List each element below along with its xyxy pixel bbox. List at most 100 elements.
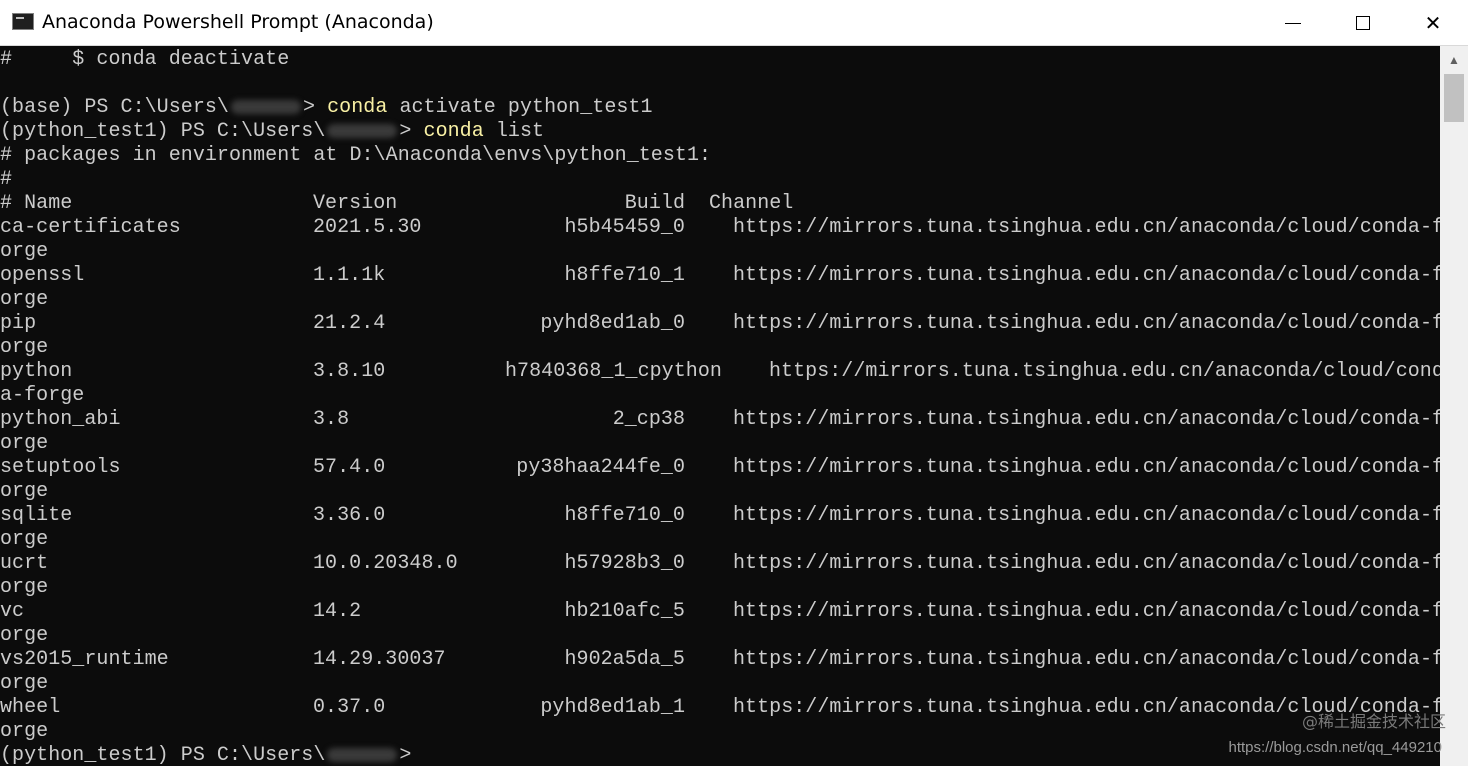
- package-channel-wrap: orge: [0, 528, 49, 551]
- column-version: Version: [313, 192, 398, 215]
- package-version: 14.29.30037: [313, 648, 446, 671]
- package-version: 10.0.20348.0: [313, 552, 458, 575]
- package-build: h7840368_1_cpython: [505, 360, 722, 383]
- package-row: setuptools 57.4.0 py38haa244fe_0 https://mi…: [0, 456, 1440, 480]
- package-name: sqlite: [0, 504, 73, 527]
- package-name: wheel: [0, 696, 61, 719]
- watermark-brand: @稀土掘金技术社区: [1301, 712, 1446, 731]
- chevron-up-icon[interactable]: ▲: [1440, 46, 1468, 74]
- command-args: activate python_test1: [387, 96, 653, 119]
- package-version: 3.36.0: [313, 504, 386, 527]
- package-channel: https://mirrors.tuna.tsinghua.edu.cn/ana…: [733, 408, 1440, 431]
- prompt-text: (python_test1) PS C:\Users\: [0, 744, 326, 766]
- package-row: openssl 1.1.1k h8ffe710_1 https://mirrors.t…: [0, 264, 1440, 288]
- package-row: python 3.8.10 h7840368_1_cpython https://mi…: [0, 360, 1440, 384]
- package-channel-wrap: orge: [0, 240, 49, 263]
- package-name: openssl: [0, 264, 85, 287]
- window-title: Anaconda Powershell Prompt (Anaconda): [42, 11, 434, 33]
- package-build: h8ffe710_1: [564, 264, 685, 287]
- column-channel: Channel: [709, 192, 794, 215]
- package-build: 2_cp38: [612, 408, 685, 431]
- package-build: h57928b3_0: [564, 552, 685, 575]
- package-channel-wrap: orge: [0, 672, 49, 695]
- package-channel-wrap: a-forge: [0, 384, 85, 407]
- minimize-button[interactable]: [1258, 0, 1328, 45]
- minimize-icon: [1285, 23, 1301, 24]
- package-name: ca-certificates: [0, 216, 181, 239]
- package-channel: https://mirrors.tuna.tsinghua.edu.cn/ana…: [733, 600, 1440, 623]
- package-channel: https://mirrors.tuna.tsinghua.edu.cn/ana…: [733, 552, 1440, 575]
- vertical-scrollbar[interactable]: ▲: [1440, 46, 1468, 766]
- close-button[interactable]: ✕: [1398, 0, 1468, 45]
- package-build: pyhd8ed1ab_1: [540, 696, 685, 719]
- prompt-end: >: [399, 744, 412, 766]
- maximize-button[interactable]: [1328, 0, 1398, 45]
- package-row: sqlite 3.36.0 h8ffe710_0 https://mirrors.tu…: [0, 504, 1440, 528]
- watermark-url: https://blog.csdn.net/qq_449210: [1228, 739, 1442, 756]
- package-channel: https://mirrors.tuna.tsinghua.edu.cn/ana…: [733, 216, 1440, 239]
- column-name: # Name: [0, 192, 73, 215]
- package-name: python_abi: [0, 408, 121, 431]
- package-channel: https://mirrors.tuna.tsinghua.edu.cn/ana…: [733, 648, 1440, 671]
- redacted-username: [327, 747, 398, 762]
- package-version: 57.4.0: [313, 456, 386, 479]
- package-row: python_abi 3.8 2_cp38 https://mirrors.tuna.…: [0, 408, 1440, 432]
- package-version: 21.2.4: [313, 312, 386, 335]
- terminal-window: Anaconda Powershell Prompt (Anaconda) ✕ …: [0, 0, 1468, 766]
- package-version: 0.37.0: [313, 696, 386, 719]
- package-channel: https://mirrors.tuna.tsinghua.edu.cn/ana…: [733, 456, 1440, 479]
- package-build: hb210afc_5: [564, 600, 685, 623]
- package-name: vs2015_runtime: [0, 648, 169, 671]
- console-line: # $ conda deactivate: [0, 48, 290, 71]
- package-version: 14.2: [313, 600, 362, 623]
- redacted-username: [231, 99, 301, 114]
- prompt-end: >: [399, 120, 412, 143]
- terminal-icon: [12, 13, 34, 30]
- package-channel-wrap: orge: [0, 480, 49, 503]
- package-channel-wrap: orge: [0, 432, 49, 455]
- package-build: h902a5da_5: [564, 648, 685, 671]
- package-row: wheel 0.37.0 pyhd8ed1ab_1 https://mirrors.t…: [0, 696, 1440, 720]
- prompt-line: (python_test1) PS C:\Users\ > conda list: [0, 120, 544, 144]
- console-output[interactable]: # $ conda deactivate (base) PS C:\Users\…: [0, 46, 1440, 766]
- command-keyword: conda: [327, 96, 388, 119]
- package-version: 1.1.1k: [313, 264, 386, 287]
- column-build: Build: [624, 192, 685, 215]
- package-version: 3.8: [313, 408, 350, 431]
- close-icon: ✕: [1424, 10, 1442, 35]
- package-row: pip 21.2.4 pyhd8ed1ab_0 https://mirrors.tun…: [0, 312, 1440, 336]
- package-build: py38haa244fe_0: [516, 456, 685, 479]
- package-name: pip: [0, 312, 37, 335]
- package-row: ca-certificates 2021.5.30 h5b45459_0 https:…: [0, 216, 1440, 240]
- package-channel-wrap: orge: [0, 336, 49, 359]
- package-row: vs2015_runtime 14.29.30037 h902a5da_5 https…: [0, 648, 1440, 672]
- prompt-end: >: [303, 96, 316, 119]
- redacted-username: [327, 123, 398, 138]
- package-row: ucrt 10.0.20348.0 h57928b3_0 https://mirror…: [0, 552, 1440, 576]
- comment-line: #: [0, 168, 13, 191]
- package-channel: https://mirrors.tuna.tsinghua.edu.cn/ana…: [733, 312, 1440, 335]
- env-header: # packages in environment at D:\Anaconda…: [0, 144, 712, 167]
- maximize-icon: [1356, 15, 1370, 30]
- package-channel-wrap: orge: [0, 720, 49, 743]
- prompt-text: (base) PS C:\Users\: [0, 96, 229, 119]
- package-channel: https://mirrors.tuna.tsinghua.edu.cn/ana…: [769, 360, 1440, 383]
- package-channel-wrap: orge: [0, 624, 49, 647]
- title-bar[interactable]: Anaconda Powershell Prompt (Anaconda) ✕: [0, 0, 1468, 46]
- package-row: vc 14.2 hb210afc_5 https://mirrors.tuna.tsi…: [0, 600, 1440, 624]
- package-build: h5b45459_0: [564, 216, 685, 239]
- package-version: 3.8.10: [313, 360, 386, 383]
- scroll-thumb[interactable]: [1444, 74, 1464, 122]
- command-keyword: conda: [423, 120, 484, 143]
- package-name: ucrt: [0, 552, 49, 575]
- column-header: # Name Version Build Channel: [0, 192, 1440, 216]
- prompt-line: (python_test1) PS C:\Users\ >: [0, 744, 411, 766]
- package-build: h8ffe710_0: [564, 504, 685, 527]
- package-channel-wrap: orge: [0, 288, 49, 311]
- package-name: setuptools: [0, 456, 121, 479]
- package-build: pyhd8ed1ab_0: [540, 312, 685, 335]
- package-channel-wrap: orge: [0, 576, 49, 599]
- package-channel: https://mirrors.tuna.tsinghua.edu.cn/ana…: [733, 264, 1440, 287]
- package-channel: https://mirrors.tuna.tsinghua.edu.cn/ana…: [733, 504, 1440, 527]
- package-version: 2021.5.30: [313, 216, 422, 239]
